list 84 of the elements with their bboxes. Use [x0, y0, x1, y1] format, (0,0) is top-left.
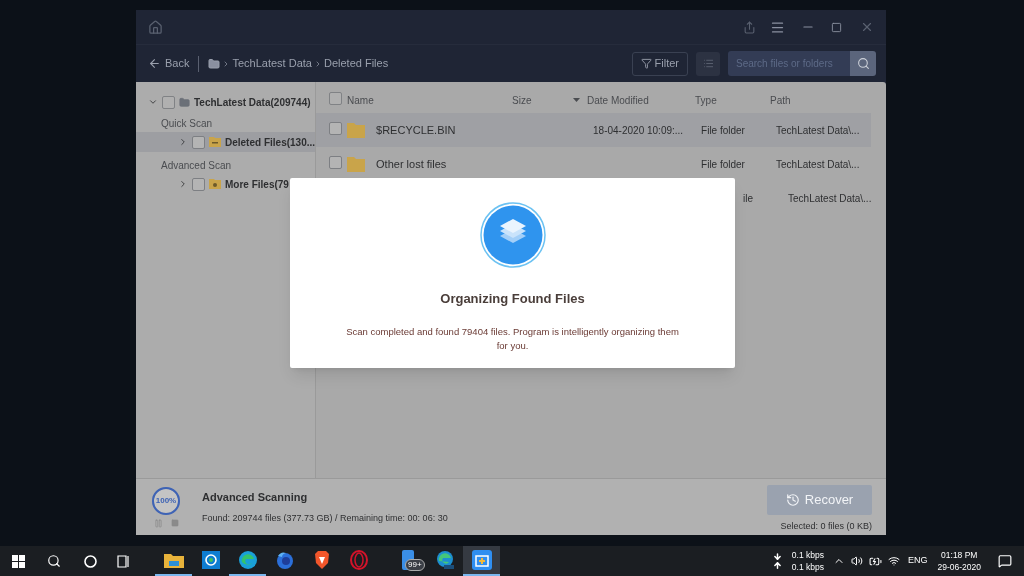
- list-view-button[interactable]: [696, 51, 720, 76]
- checkbox[interactable]: [162, 95, 175, 109]
- section-label: Quick Scan: [160, 117, 214, 131]
- browser-icon: [274, 550, 295, 570]
- task-view-icon[interactable]: [117, 554, 130, 568]
- language-indicator[interactable]: ENG: [908, 554, 928, 568]
- menu-icon[interactable]: [770, 19, 785, 35]
- download-speed: 0.1 kbps: [791, 549, 824, 561]
- back-button[interactable]: Back: [148, 55, 190, 72]
- checkbox[interactable]: [329, 155, 343, 169]
- circle-icon[interactable]: [84, 554, 97, 568]
- clock[interactable]: 01:18 PM 29-06-2020: [937, 549, 981, 573]
- folder-icon: [209, 179, 221, 189]
- file-name: Other lost files: [376, 156, 447, 172]
- dialog-message: Scan completed and found 79404 files. Program is intelligently organizing them for you.: [345, 324, 680, 353]
- filter-button[interactable]: Filter: [631, 51, 688, 76]
- breadcrumb-item[interactable]: Deleted Files: [323, 55, 389, 72]
- column-header[interactable]: Size: [512, 92, 532, 108]
- checkbox[interactable]: [192, 177, 205, 191]
- search-icon[interactable]: [47, 554, 61, 568]
- folder-icon: [209, 137, 221, 147]
- home-icon[interactable]: [148, 19, 163, 35]
- volume-icon[interactable]: [851, 555, 863, 567]
- search-icon: [856, 57, 870, 70]
- chevron-icon[interactable]: [148, 97, 158, 107]
- back-arrow-icon: [148, 57, 161, 70]
- chevron-icon[interactable]: [178, 179, 188, 189]
- folder-icon: [163, 552, 184, 568]
- notifications-icon[interactable]: [998, 554, 1012, 568]
- column-header[interactable]: Name: [347, 92, 374, 108]
- upload-speed: 0.1 kbps: [791, 561, 824, 573]
- progress-percent: 100%: [155, 495, 177, 507]
- notification-badge: 99+: [405, 559, 425, 571]
- folder-icon: [179, 96, 190, 108]
- column-header[interactable]: Date Modified: [587, 92, 649, 108]
- column-header[interactable]: Path: [770, 92, 791, 108]
- tree-item[interactable]: TechLatest Data(209744): [136, 94, 316, 110]
- download-icon: [772, 552, 782, 561]
- tree-item[interactable]: More Files(79: [136, 174, 316, 194]
- close-icon[interactable]: [860, 20, 874, 34]
- search-button[interactable]: [850, 51, 876, 76]
- filter-icon: [640, 58, 652, 69]
- share-icon[interactable]: [743, 20, 756, 34]
- history-icon: [785, 492, 800, 507]
- sort-icon[interactable]: [573, 98, 581, 102]
- taskbar-app[interactable]: 99+: [389, 546, 426, 576]
- list-icon: [702, 58, 714, 69]
- chevron-icon[interactable]: [178, 137, 188, 147]
- file-name: $RECYCLE.BIN: [376, 122, 456, 138]
- file-row[interactable]: Other lost files File folder TechLatest Data\...: [316, 147, 872, 181]
- date-modified: 18-04-2020 10:09:...: [593, 124, 684, 136]
- taskbar-app[interactable]: [463, 546, 500, 576]
- file-type: ile: [743, 192, 754, 204]
- checkbox[interactable]: [192, 135, 205, 149]
- checkbox[interactable]: [329, 121, 343, 135]
- column-header[interactable]: Type: [695, 92, 717, 108]
- file-path: TechLatest Data\...: [776, 158, 860, 170]
- file-path: TechLatest Data\...: [788, 192, 872, 204]
- section-label: Advanced Scan: [160, 159, 233, 173]
- windows-icon: [12, 554, 25, 568]
- file-type: File folder: [701, 124, 745, 136]
- browser-icon: [349, 550, 368, 570]
- wifi-icon[interactable]: [888, 555, 900, 567]
- breadcrumb-item[interactable]: TechLatest Data: [232, 55, 312, 72]
- selection-summary: Selected: 0 files (0 KB): [780, 519, 872, 533]
- file-path: TechLatest Data\...: [776, 124, 860, 136]
- lion-icon: [313, 551, 330, 569]
- scan-details: Found: 209744 files (377.73 GB) / Remaining time: 00: 06: 30: [202, 511, 448, 525]
- file-row[interactable]: $RECYCLE.BIN 18-04-2020 10:09:... File folder TechLatest Data\...: [316, 113, 872, 147]
- upload-icon: [772, 561, 782, 570]
- tree-item[interactable]: Deleted Files(130...: [136, 132, 316, 152]
- scan-title: Advanced Scanning: [202, 490, 309, 505]
- folder-icon: [347, 156, 366, 172]
- folder-icon: [347, 122, 366, 138]
- file-type: File folder: [701, 158, 745, 170]
- toolbox-icon: [471, 550, 492, 570]
- browser-icon: [237, 550, 258, 570]
- browser-icon: [434, 550, 455, 570]
- layers-icon: [479, 202, 546, 268]
- folder-icon: [208, 57, 221, 70]
- checkbox[interactable]: [329, 91, 343, 105]
- maximize-icon[interactable]: [831, 21, 842, 33]
- chat-icon: [201, 551, 220, 569]
- dialog-title: Organizing Found Files: [440, 290, 585, 308]
